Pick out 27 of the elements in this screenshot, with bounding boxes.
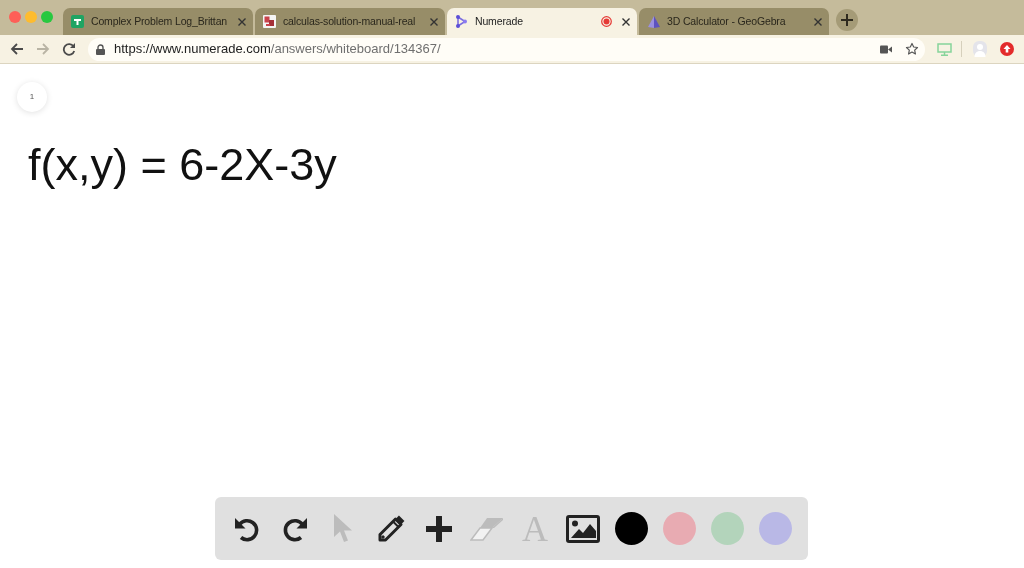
spreadsheet-icon [71, 15, 84, 28]
pencil-icon[interactable] [377, 515, 405, 542]
document-icon [263, 15, 276, 28]
pyramid-icon [647, 15, 660, 28]
page-number: 1 [17, 82, 47, 112]
nodes-icon [455, 15, 468, 28]
tab[interactable]: Numerade [447, 8, 637, 35]
tab[interactable]: Complex Problem Log_Brittan [63, 8, 253, 35]
back-icon[interactable] [10, 42, 24, 56]
plus-icon[interactable] [426, 515, 452, 542]
color-swatch-icon[interactable] [710, 512, 744, 545]
handwritten-equation: f(x,y) = 6-2X-3y [28, 142, 337, 187]
star-icon[interactable] [905, 42, 919, 56]
tab[interactable]: 3D Calculator - GeoGebra [639, 8, 829, 35]
address-field[interactable]: https://www.numerade.com/answers/whiteboard/134367/ [88, 37, 925, 61]
camera-icon[interactable] [880, 44, 892, 54]
plus-icon [841, 14, 853, 26]
color-swatch-icon[interactable] [614, 512, 648, 545]
reload-icon[interactable] [62, 42, 76, 56]
color-swatch-icon[interactable] [758, 512, 792, 545]
lock-icon [96, 43, 105, 55]
image-icon[interactable] [566, 514, 600, 543]
tab[interactable]: calculas-solution-manual-real [255, 8, 445, 35]
color-swatch-icon[interactable] [662, 512, 696, 545]
new-tab-button[interactable] [836, 9, 858, 31]
close-icon[interactable] [622, 17, 630, 26]
extension-icon[interactable] [1000, 42, 1014, 56]
